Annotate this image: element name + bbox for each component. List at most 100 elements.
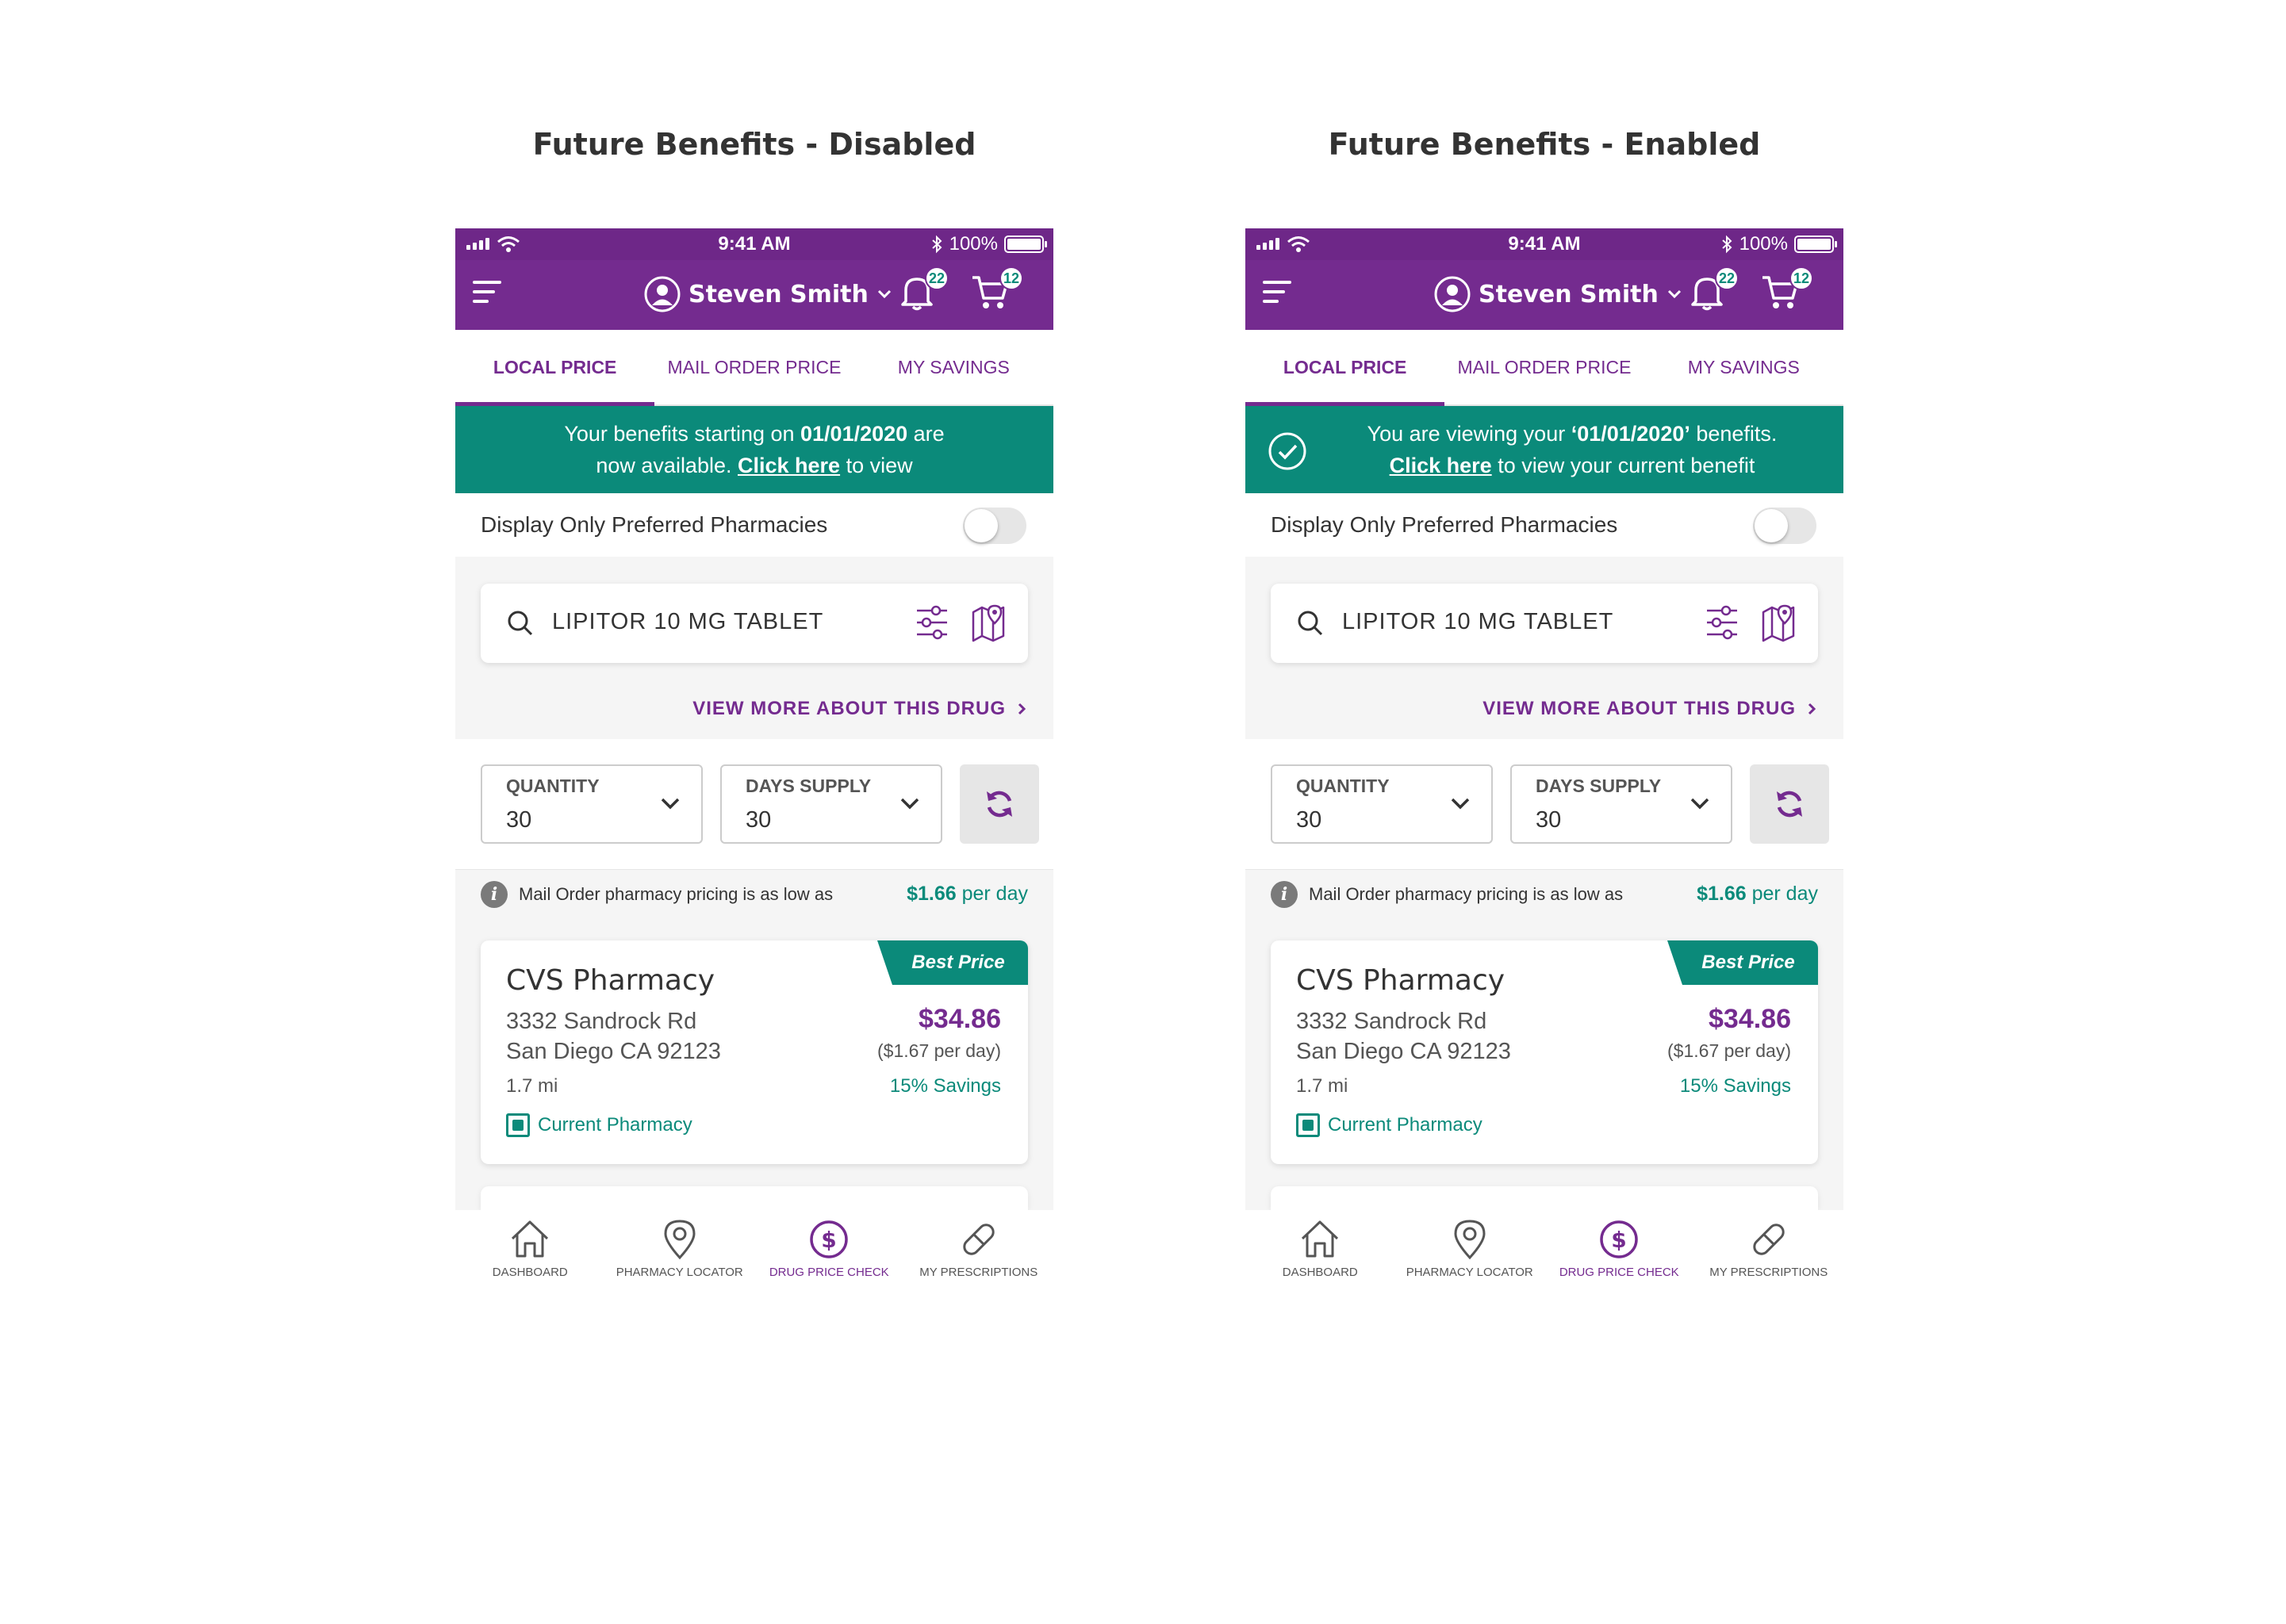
pharmacy-savings: 15% Savings	[889, 1075, 1001, 1097]
quantity-dropdown[interactable]: QUANTITY 30	[1271, 764, 1493, 844]
user-selector[interactable]: Steven Smith	[1434, 276, 1682, 312]
menu-icon[interactable]	[473, 281, 504, 309]
pharmacy-savings: 15% Savings	[1679, 1075, 1791, 1097]
notifications-button[interactable]: 22	[899, 266, 949, 314]
pharmacy-address-line-1: 3332 Sandrock Rd	[1296, 1009, 1487, 1034]
chevron-right-icon	[1808, 703, 1816, 715]
nav-drug-price-check[interactable]: $ DRUG PRICE CHECK	[754, 1210, 904, 1291]
benefits-banner: Your benefits starting on 01/01/2020 are…	[455, 406, 1053, 493]
pharmacy-name: CVS Pharmacy	[506, 964, 715, 997]
notifications-button[interactable]: 22	[1690, 266, 1739, 314]
cart-button[interactable]: 12	[971, 266, 1023, 314]
pill-icon	[1753, 1224, 1785, 1255]
quantity-label: QUANTITY	[1296, 776, 1390, 796]
search-value: LIPITOR 10 MG TABLET	[1342, 609, 1614, 634]
user-icon	[644, 276, 681, 312]
banner-line-2: now available. Click here to view	[596, 454, 913, 477]
bluetooth-icon	[931, 235, 942, 254]
dollar-icon: $	[1600, 1220, 1638, 1258]
search-value: LIPITOR 10 MG TABLET	[552, 609, 824, 634]
nav-pharmacy-locator[interactable]: PHARMACY LOCATOR	[605, 1210, 755, 1291]
pharmacy-price: $34.86	[1709, 1004, 1791, 1034]
check-circle-icon	[1268, 432, 1306, 470]
drug-search-input[interactable]: LIPITOR 10 MG TABLET	[1271, 584, 1818, 663]
current-pharmacy-indicator: Current Pharmacy	[1296, 1113, 1482, 1137]
view-more-drug-link[interactable]: VIEW MORE ABOUT THIS DRUG	[455, 679, 1053, 739]
info-text: Mail Order pharmacy pricing is as low as	[519, 883, 834, 904]
search-icon	[1298, 611, 1323, 636]
view-more-drug-link[interactable]: VIEW MORE ABOUT THIS DRUG	[1245, 679, 1843, 739]
tab-mail-order-price[interactable]: MAIL ORDER PRICE	[654, 330, 853, 404]
days-supply-label: DAYS SUPPLY	[746, 776, 872, 796]
banner-line-2: Click here to view your current benefit	[1389, 454, 1755, 477]
banner-link[interactable]: Click here	[1390, 454, 1492, 477]
nav-pharmacy-locator[interactable]: PHARMACY LOCATOR	[1395, 1210, 1545, 1291]
quantity-dropdown[interactable]: QUANTITY 30	[481, 764, 703, 844]
days-supply-dropdown[interactable]: DAYS SUPPLY 30	[1510, 764, 1732, 844]
nav-drug-price-check[interactable]: $ DRUG PRICE CHECK	[1544, 1210, 1694, 1291]
notification-badge: 22	[1715, 266, 1739, 290]
preferred-toggle[interactable]	[1753, 508, 1816, 544]
dollar-icon: $	[810, 1220, 848, 1258]
status-bar: 9:41 AM 100%	[1245, 228, 1843, 260]
preferred-pharmacies-row: Display Only Preferred Pharmacies	[1245, 493, 1843, 557]
bottom-navigation: DASHBOARD PHARMACY LOCATOR $ DRUG PRICE …	[455, 1210, 1053, 1291]
next-pharmacy-card[interactable]	[1271, 1186, 1818, 1210]
price-tabs: LOCAL PRICE MAIL ORDER PRICE MY SAVINGS	[1245, 330, 1843, 406]
nav-my-prescriptions[interactable]: MY PRESCRIPTIONS	[1694, 1210, 1844, 1291]
refresh-button[interactable]	[960, 764, 1039, 844]
search-icon	[508, 611, 533, 636]
refresh-button[interactable]	[1750, 764, 1829, 844]
user-name: Steven Smith	[1479, 280, 1659, 308]
cart-badge: 12	[1789, 266, 1813, 290]
battery-icon	[1794, 236, 1837, 253]
refresh-icon	[987, 791, 1012, 818]
cart-button[interactable]: 12	[1761, 266, 1813, 314]
days-supply-dropdown[interactable]: DAYS SUPPLY 30	[720, 764, 942, 844]
battery-percent: 100%	[1739, 233, 1788, 255]
pharmacy-name: CVS Pharmacy	[1296, 964, 1505, 997]
preferred-label: Display Only Preferred Pharmacies	[1271, 512, 1618, 537]
svg-text:$: $	[1612, 1227, 1627, 1253]
filter-icon[interactable]	[915, 604, 949, 641]
pharmacy-card[interactable]: Best Price CVS Pharmacy 3332 Sandrock Rd…	[481, 940, 1028, 1164]
tab-my-savings[interactable]: MY SAVINGS	[1644, 330, 1843, 404]
info-text: Mail Order pharmacy pricing is as low as	[1309, 883, 1624, 904]
home-icon	[512, 1220, 549, 1258]
next-pharmacy-card[interactable]	[481, 1186, 1028, 1210]
tab-local-price[interactable]: LOCAL PRICE	[1245, 330, 1445, 406]
phone-screen: 9:41 AM 100% Steven Smith 22 12 LOCAL PR…	[455, 228, 1053, 1291]
nav-dashboard[interactable]: DASHBOARD	[455, 1210, 605, 1291]
pharmacy-address-line-2: San Diego CA 92123	[1296, 1039, 1511, 1064]
tab-my-savings[interactable]: MY SAVINGS	[854, 330, 1053, 404]
pill-icon	[963, 1224, 995, 1255]
pharmacy-distance: 1.7 mi	[506, 1075, 558, 1097]
svg-text:$: $	[822, 1227, 837, 1253]
tab-local-price[interactable]: LOCAL PRICE	[455, 330, 655, 406]
nav-dashboard[interactable]: DASHBOARD	[1245, 1210, 1395, 1291]
panel-title-enabled: Future Benefits - Enabled	[1328, 127, 1761, 162]
map-icon[interactable]	[971, 603, 1006, 642]
chevron-down-icon	[877, 289, 891, 299]
nav-my-prescriptions[interactable]: MY PRESCRIPTIONS	[904, 1210, 1054, 1291]
menu-icon[interactable]	[1263, 281, 1295, 309]
best-price-badge: Best Price	[1667, 940, 1818, 985]
tab-mail-order-price[interactable]: MAIL ORDER PRICE	[1444, 330, 1644, 404]
app-header: 9:41 AM 100% Steven Smith 22 12	[455, 228, 1053, 330]
location-pin-icon	[664, 1220, 696, 1260]
preferred-toggle[interactable]	[963, 508, 1026, 544]
user-icon	[1434, 276, 1471, 312]
map-icon[interactable]	[1761, 603, 1796, 642]
user-selector[interactable]: Steven Smith	[644, 276, 892, 312]
drug-search-input[interactable]: LIPITOR 10 MG TABLET	[481, 584, 1028, 663]
banner-link[interactable]: Click here	[738, 454, 840, 477]
pharmacy-card[interactable]: Best Price CVS Pharmacy 3332 Sandrock Rd…	[1271, 940, 1818, 1164]
days-supply-value: 30	[1536, 807, 1562, 833]
banner-line-1: You are viewing your ‘01/01/2020’ benefi…	[1367, 422, 1778, 446]
pharmacy-price: $34.86	[919, 1004, 1001, 1034]
current-pharmacy-icon	[1296, 1113, 1320, 1137]
price-tabs: LOCAL PRICE MAIL ORDER PRICE MY SAVINGS	[455, 330, 1053, 406]
pharmacy-address-line-2: San Diego CA 92123	[506, 1039, 721, 1064]
mail-order-info: i Mail Order pharmacy pricing is as low …	[1245, 869, 1843, 918]
filter-icon[interactable]	[1705, 604, 1739, 641]
